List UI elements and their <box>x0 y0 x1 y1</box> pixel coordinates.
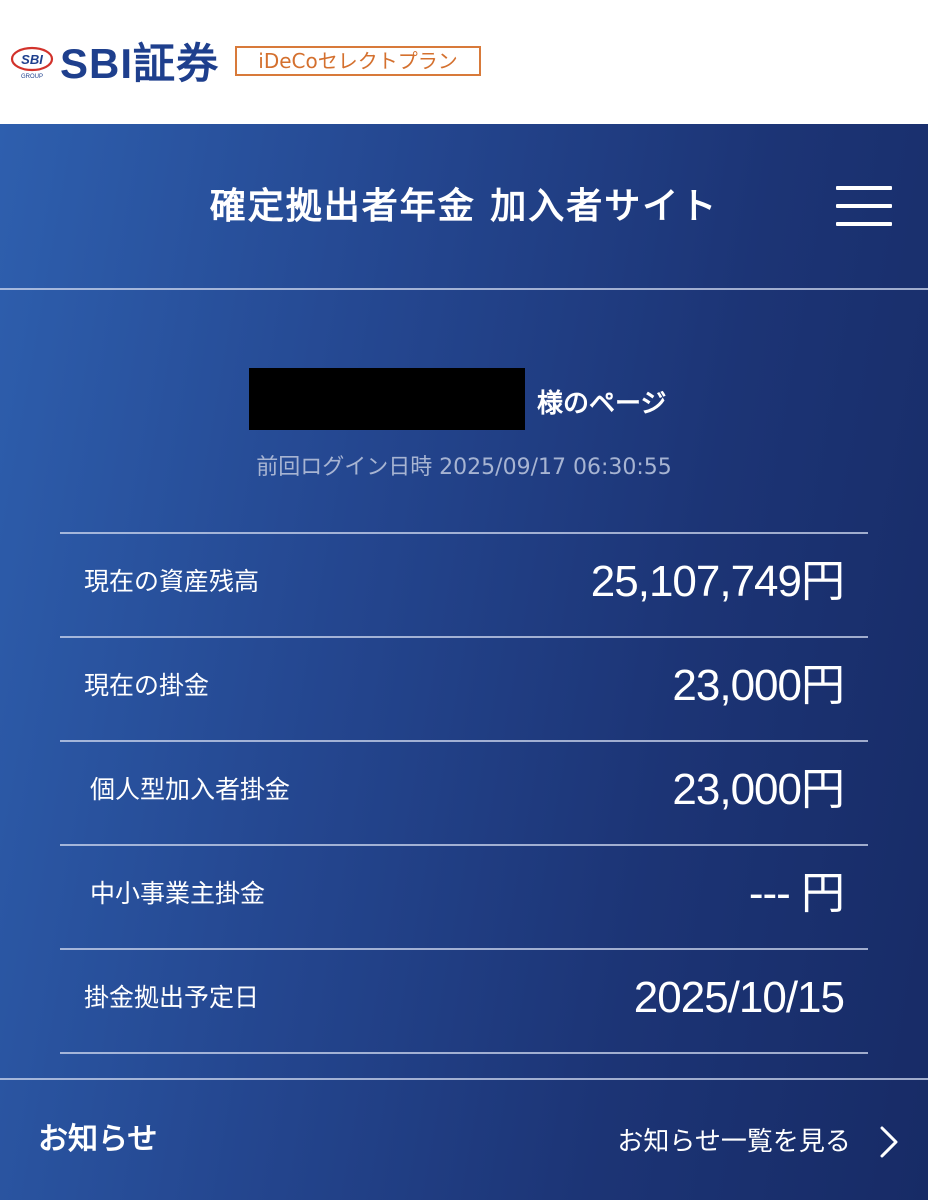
title-divider <box>0 288 928 290</box>
summary-row-individual-contribution: 個人型加入者掛金 23,000円 <box>60 740 868 844</box>
svg-text:SBI: SBI <box>21 52 43 67</box>
summary-row-employer-contribution: 中小事業主掛金 --- 円 <box>60 844 868 948</box>
chevron-right-icon <box>880 1126 898 1158</box>
summary-row-current-contribution: 現在の掛金 23,000円 <box>60 636 868 740</box>
plan-badge: iDeCoセレクトプラン <box>235 46 481 76</box>
menu-line <box>836 186 892 190</box>
site-title: 確定拠出者年金 加入者サイト <box>209 186 719 227</box>
summary-row-label: 中小事業主掛金 <box>90 879 266 908</box>
notices-heading: お知らせ <box>38 1122 158 1157</box>
site-header: SBI GROUP SBI証券 iDeCoセレクトプラン <box>0 0 928 124</box>
view-all-notices-label: お知らせ一覧を見る <box>617 1127 851 1157</box>
svg-text:GROUP: GROUP <box>21 74 43 80</box>
view-all-notices-link[interactable]: お知らせ一覧を見る <box>617 1120 900 1164</box>
redacted-user-name <box>249 368 525 430</box>
summary-row-label: 現在の資産残高 <box>84 567 260 596</box>
summary-row-value: 25,107,749円 <box>590 557 845 606</box>
brand-name: SBI証券 <box>60 40 220 87</box>
summary-row-label: 個人型加入者掛金 <box>90 775 291 804</box>
sbi-group-logo-icon: SBI GROUP <box>10 46 54 80</box>
summary-row-next-contribution-date: 掛金拠出予定日 2025/10/15 <box>60 948 868 1054</box>
last-login-text: 前回ログイン日時 2025/09/17 06:30:55 <box>256 455 672 480</box>
summary-row-label: 掛金拠出予定日 <box>84 983 260 1012</box>
summary-row-value: --- 円 <box>748 869 845 918</box>
menu-line <box>836 222 892 226</box>
summary-row-asset-balance: 現在の資産残高 25,107,749円 <box>60 532 868 636</box>
menu-line <box>836 204 892 208</box>
page-owner-label: 様のページ <box>537 389 667 419</box>
hamburger-menu-icon[interactable] <box>832 182 896 232</box>
summary-row-value: 23,000円 <box>672 661 845 710</box>
summary-row-label: 現在の掛金 <box>84 671 210 700</box>
summary-row-value: 2025/10/15 <box>633 973 845 1022</box>
member-dashboard-panel: 確定拠出者年金 加入者サイト 様のページ 前回ログイン日時 2025/09/17… <box>0 124 928 1200</box>
last-login-info: 前回ログイン日時 2025/09/17 06:30:55 <box>0 452 928 484</box>
notices-divider <box>0 1078 928 1080</box>
summary-row-value: 23,000円 <box>672 765 845 814</box>
account-summary-table: 現在の資産残高 25,107,749円 現在の掛金 23,000円 個人型加入者… <box>60 532 868 1054</box>
